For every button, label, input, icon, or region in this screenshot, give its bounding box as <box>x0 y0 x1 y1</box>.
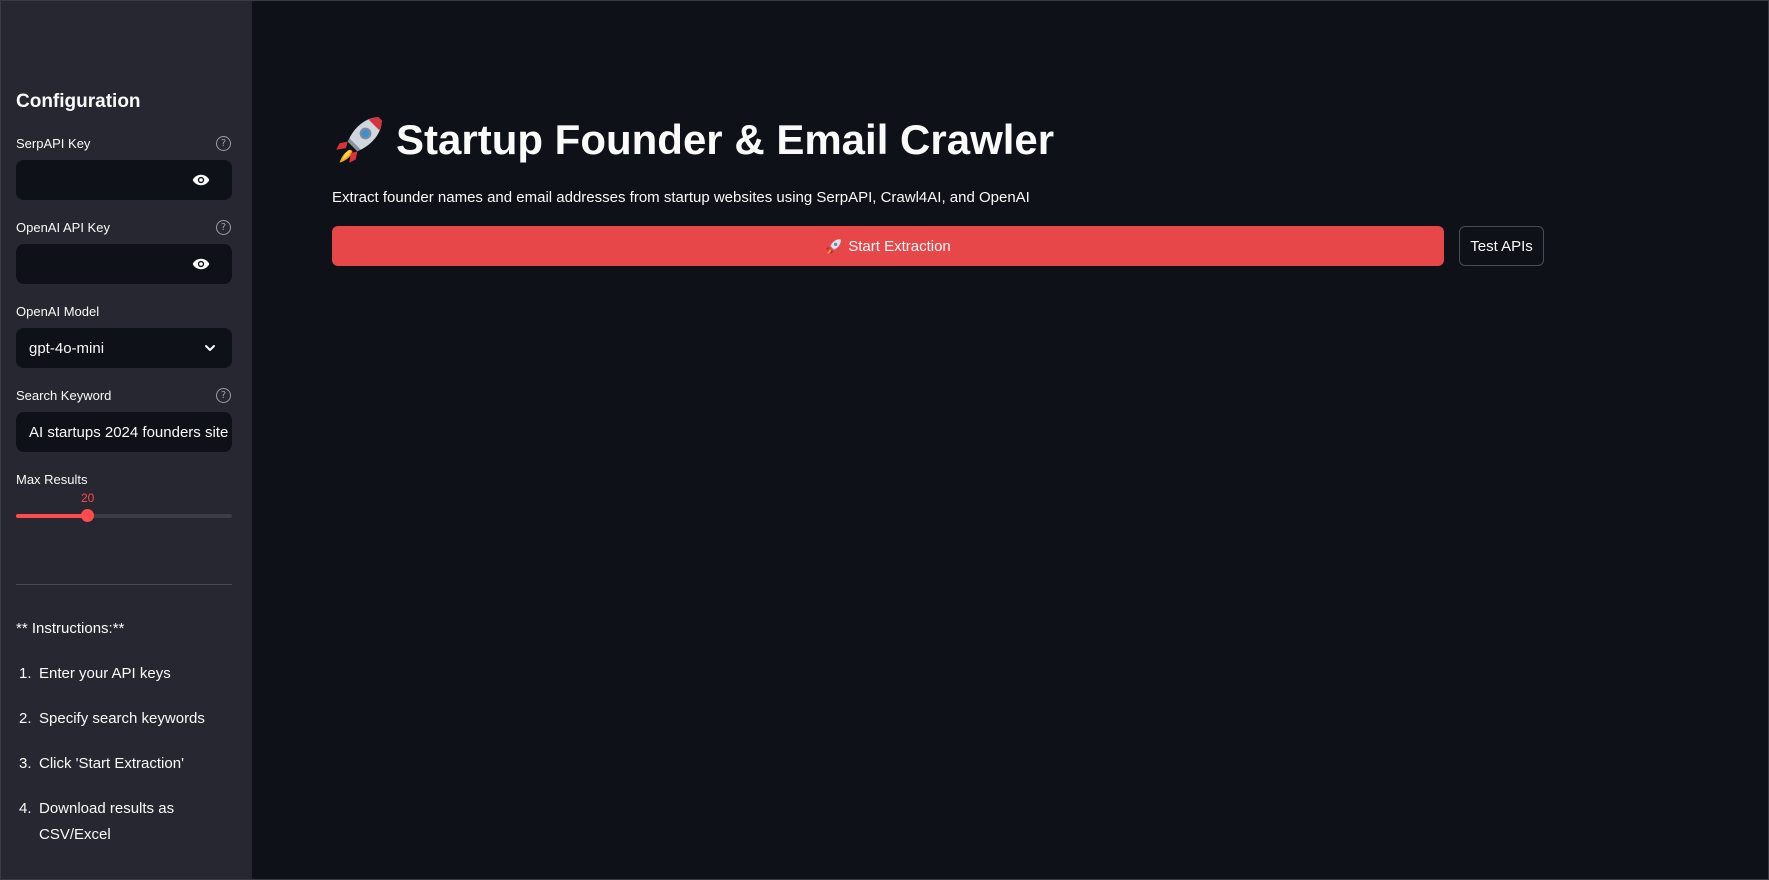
main-content: Startup Founder & Email Crawler Extract … <box>252 1 1768 879</box>
help-icon[interactable]: ? <box>216 220 231 235</box>
help-icon[interactable]: ? <box>216 388 231 403</box>
openai-key-label: OpenAI API Key <box>16 220 110 235</box>
max-results-value: 20 <box>81 491 95 505</box>
list-item-text: Specify search keywords <box>39 710 205 727</box>
list-item: 2. Specify search keywords <box>16 706 236 732</box>
search-keyword-value: AI startups 2024 founders site <box>29 423 229 441</box>
openai-key-input[interactable] <box>16 244 232 284</box>
openai-model-value: gpt-4o-mini <box>29 339 105 357</box>
instructions-list: 1. Enter your API keys 2. Specify search… <box>16 661 236 867</box>
max-results-slider[interactable] <box>16 509 232 522</box>
serpapi-key-input[interactable] <box>16 160 232 200</box>
search-keyword-input[interactable]: AI startups 2024 founders site <box>16 412 232 452</box>
help-icon[interactable]: ? <box>216 136 231 151</box>
list-item-text: Enter your API keys <box>39 665 171 682</box>
sidebar-heading: Configuration <box>16 91 141 112</box>
app-window: Configuration SerpAPI Key ? OpenAI API K… <box>0 0 1769 880</box>
list-item-text: Download results as CSV/Excel <box>39 800 175 843</box>
rocket-icon <box>336 117 382 163</box>
page-subtitle: Extract founder names and email addresse… <box>332 189 1030 206</box>
list-item-number: 4. <box>19 800 32 817</box>
slider-fill <box>16 514 88 518</box>
slider-thumb[interactable] <box>81 509 95 522</box>
instructions-title: ** Instructions:** <box>16 620 125 637</box>
list-item: 3. Click 'Start Extraction' <box>16 751 236 777</box>
sidebar-divider <box>16 584 232 585</box>
search-keyword-label: Search Keyword <box>16 388 112 403</box>
start-extraction-label: Start Extraction <box>848 237 951 255</box>
chevron-down-icon <box>205 345 215 351</box>
list-item-number: 1. <box>19 665 32 682</box>
serpapi-key-label: SerpAPI Key <box>16 136 91 151</box>
sidebar: Configuration SerpAPI Key ? OpenAI API K… <box>1 1 252 879</box>
list-item-number: 2. <box>19 710 32 727</box>
openai-model-label: OpenAI Model <box>16 304 100 319</box>
list-item: 4. Download results as CSV/Excel <box>16 796 236 848</box>
start-extraction-button[interactable]: Start Extraction <box>332 226 1444 266</box>
page-title-text: Startup Founder & Email Crawler <box>396 116 1055 163</box>
list-item: 1. Enter your API keys <box>16 661 236 687</box>
page-title: Startup Founder & Email Crawler <box>332 114 1054 166</box>
eye-icon[interactable] <box>192 257 210 271</box>
eye-icon[interactable] <box>192 173 210 187</box>
list-item-number: 3. <box>19 755 32 772</box>
rocket-icon <box>826 238 842 254</box>
openai-model-select[interactable]: gpt-4o-mini <box>16 328 232 368</box>
max-results-label: Max Results <box>16 472 88 487</box>
test-apis-button[interactable]: Test APIs <box>1459 226 1544 266</box>
list-item-text: Click 'Start Extraction' <box>39 755 184 772</box>
